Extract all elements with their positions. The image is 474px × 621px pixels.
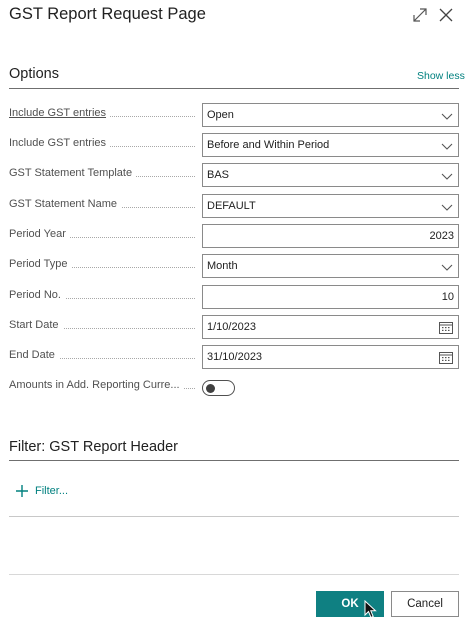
field-row-start-date: Start Date 1/10/2023	[9, 315, 460, 339]
field-label: GST Statement Name	[9, 198, 201, 210]
field-row-include-gst-entries-status: Include GST entries Open	[9, 103, 460, 127]
chevron-down-icon	[441, 143, 453, 150]
filter-divider	[9, 460, 459, 461]
period-no-input[interactable]: 10	[202, 285, 459, 309]
calendar-icon[interactable]	[439, 351, 453, 364]
expand-icon[interactable]	[411, 6, 429, 24]
field-label: Period No.	[9, 289, 201, 301]
field-row-gst-statement-template: GST Statement Template BAS	[9, 163, 460, 187]
period-type-select[interactable]: Month	[202, 254, 459, 278]
field-label: End Date	[9, 349, 201, 361]
plus-icon	[16, 485, 28, 497]
field-row-amounts-add-reporting-currency: Amounts in Add. Reporting Curre...	[9, 375, 460, 399]
toggle-knob	[206, 383, 215, 393]
select-value: DEFAULT	[207, 200, 256, 212]
gst-statement-template-select[interactable]: BAS	[202, 163, 459, 187]
show-less-link[interactable]: Show less	[417, 70, 465, 82]
footer-divider	[9, 574, 459, 575]
page-title: GST Report Request Page	[9, 5, 206, 23]
filter-link-label: Filter...	[35, 485, 69, 497]
field-row-period-year: Period Year 2023	[9, 224, 460, 248]
input-value: 10	[441, 291, 454, 303]
chevron-down-icon	[441, 264, 453, 271]
title-bar: GST Report Request Page	[0, 0, 474, 34]
field-row-end-date: End Date 31/10/2023	[9, 345, 460, 369]
amounts-add-reporting-currency-toggle[interactable]	[202, 380, 235, 396]
cancel-button[interactable]: Cancel	[391, 591, 459, 617]
input-value: 2023	[429, 230, 454, 242]
chevron-down-icon	[441, 173, 453, 180]
include-gst-entries-period-select[interactable]: Before and Within Period	[202, 133, 459, 157]
select-value: BAS	[207, 169, 230, 181]
close-icon[interactable]	[437, 6, 455, 24]
field-label: GST Statement Template	[9, 167, 201, 179]
field-label: Amounts in Add. Reporting Curre...	[9, 379, 201, 391]
calendar-icon[interactable]	[439, 321, 453, 334]
field-label: Include GST entries	[9, 107, 201, 119]
input-value: 1/10/2023	[207, 321, 256, 333]
select-value: Before and Within Period	[207, 139, 330, 151]
select-value: Month	[207, 260, 238, 272]
field-label: Start Date	[9, 319, 201, 331]
end-date-input[interactable]: 31/10/2023	[202, 345, 459, 369]
field-row-gst-statement-name: GST Statement Name DEFAULT	[9, 194, 460, 218]
filter-list-divider	[9, 516, 459, 517]
field-row-period-type: Period Type Month	[9, 254, 460, 278]
start-date-input[interactable]: 1/10/2023	[202, 315, 459, 339]
period-year-input[interactable]: 2023	[202, 224, 459, 248]
chevron-down-icon	[441, 204, 453, 211]
chevron-down-icon	[441, 113, 453, 120]
select-value: Open	[207, 109, 234, 121]
include-gst-entries-status-select[interactable]: Open	[202, 103, 459, 127]
input-value: 31/10/2023	[207, 351, 263, 363]
options-heading: Options	[9, 66, 59, 82]
field-row-include-gst-entries-period: Include GST entries Before and Within Pe…	[9, 133, 460, 157]
ok-button[interactable]: OK	[316, 591, 384, 617]
field-label: Include GST entries	[9, 137, 201, 149]
gst-statement-name-select[interactable]: DEFAULT	[202, 194, 459, 218]
field-label: Period Type	[9, 258, 201, 270]
options-divider	[9, 88, 459, 89]
field-label: Period Year	[9, 228, 201, 240]
field-row-period-no: Period No. 10	[9, 285, 460, 309]
filter-heading: Filter: GST Report Header	[9, 439, 178, 455]
